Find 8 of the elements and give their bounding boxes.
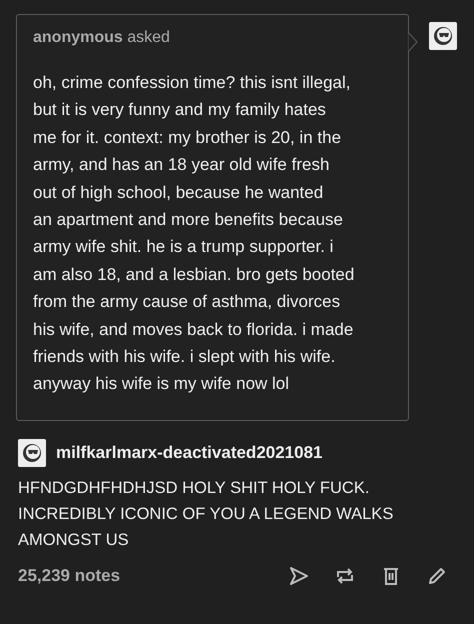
notes-count[interactable]: 25,239 notes xyxy=(18,566,120,586)
send-icon[interactable] xyxy=(288,564,310,587)
avatar-icon[interactable] xyxy=(429,22,457,50)
asker-label: anonymous asked xyxy=(33,29,171,47)
question-text: oh, crime confession time? this isnt illegal, but it is very funny and my family hates me for it. context: my brother is 20, in the army, and has an 18 year old wife fresh out of high school, because he wanted an apartment and more benefits because army wife shit. he is a trump supporter. i am also 18, and a lesbian. bro gets booted from the army cause of asthma, divorces his wife, and moves back to florida. i made friends with his wife. i slept with his wife. anyway his wife is my wife now lol xyxy=(33,72,356,396)
avatar-icon[interactable] xyxy=(18,438,46,467)
reply-text: HFNDGDHFHDHJSD HOLY SHIT HOLY FUCK. INCREDIBLY ICONIC OF YOU A LEGEND WALKS AMONGST US xyxy=(18,478,394,551)
username-link[interactable]: milfkarlmarx-deactivated2021081 xyxy=(56,442,322,463)
